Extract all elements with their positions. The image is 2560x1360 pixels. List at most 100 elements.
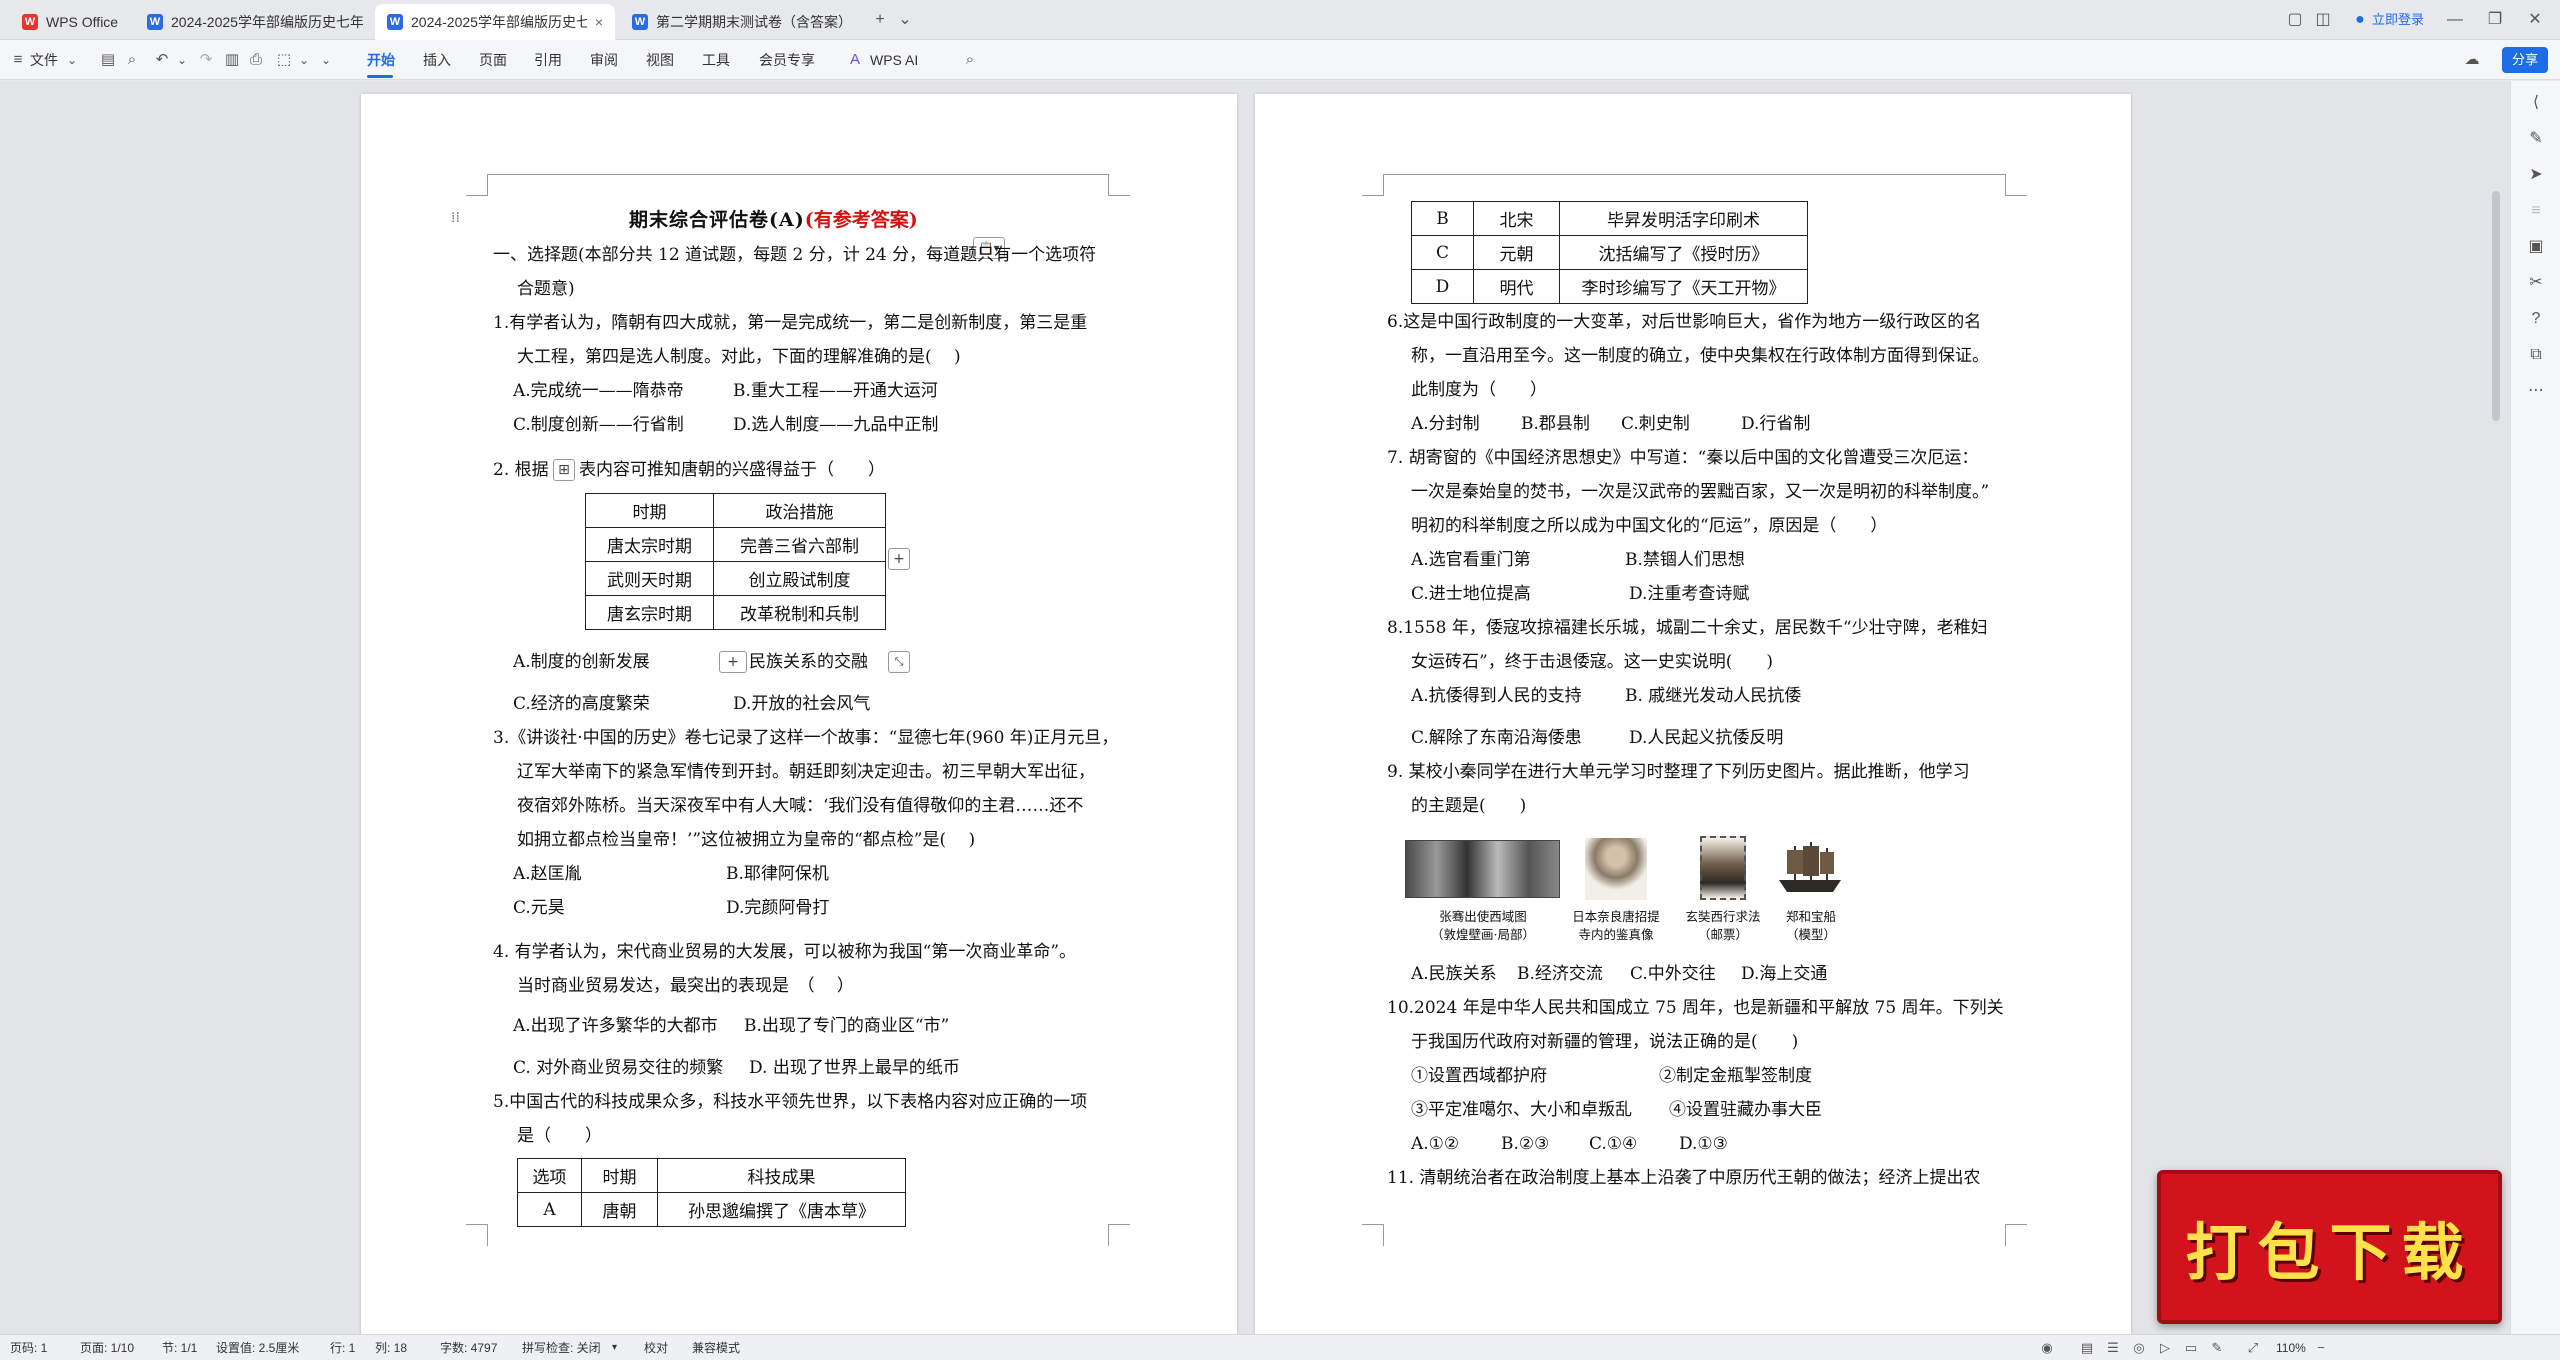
document-page-1[interactable]: ⁞⁞ 期末综合评估卷(A)(有参考答案) 📋▾ 一、选择题(本部分共 12 道试… <box>361 94 1237 1334</box>
add-column-icon[interactable]: + <box>888 548 910 570</box>
web-view-icon[interactable]: ◎ <box>2130 1339 2148 1357</box>
chevron-down-icon[interactable]: ▾ <box>612 1340 617 1356</box>
menu-icon[interactable]: ≡ <box>8 50 28 70</box>
eye-protection-icon[interactable]: ◉ <box>2038 1339 2056 1357</box>
zoom-out-icon[interactable]: − <box>2312 1339 2330 1357</box>
wps-logo-icon: W <box>22 14 38 30</box>
table-header-row: 选项 时期 科技成果 <box>517 1158 906 1193</box>
status-page-number[interactable]: 页码: 1 <box>10 1340 47 1356</box>
tab-label: WPS Office <box>46 14 119 30</box>
play-icon[interactable]: ▷ <box>2156 1339 2174 1357</box>
close-window-icon[interactable]: ✕ <box>2525 10 2545 30</box>
tab-review[interactable]: 审阅 <box>588 50 620 70</box>
more-chevron-icon[interactable]: ⌄ <box>316 50 336 70</box>
status-word-count[interactable]: 字数: 4797 <box>440 1340 497 1356</box>
search-icon[interactable]: ⌕ <box>960 50 980 70</box>
status-spell-check[interactable]: 拼写检查: 关闭 <box>522 1340 601 1356</box>
table-row: D 明代 李时珍编写了《天工开物》 <box>1411 269 1808 304</box>
document-workspace[interactable]: ⁞⁞ 期末综合评估卷(A)(有参考答案) 📋▾ 一、选择题(本部分共 12 道试… <box>0 81 2510 1334</box>
xuanzang-stamp-image <box>1700 836 1746 900</box>
vertical-scrollbar[interactable] <box>2492 191 2500 421</box>
avatar-icon[interactable]: ● <box>2350 10 2370 30</box>
read-mode-icon[interactable]: ▭ <box>2182 1339 2200 1357</box>
window-layout-icon[interactable]: ▢ <box>2285 10 2305 30</box>
zoom-level[interactable]: 110% <box>2276 1340 2306 1356</box>
tab-page[interactable]: 页面 <box>477 50 509 70</box>
write-mode-icon[interactable]: ✎ <box>2208 1339 2226 1357</box>
cursor-icon[interactable]: ➤ <box>2526 165 2546 185</box>
fit-page-icon[interactable]: ⤢ <box>2244 1339 2262 1357</box>
login-link[interactable]: 立即登录 <box>2372 10 2424 30</box>
status-setting[interactable]: 设置值: 2.5厘米 <box>216 1340 299 1356</box>
add-tab-icon[interactable]: + <box>870 10 890 30</box>
table-move-handle-icon[interactable]: ⊞ <box>553 459 575 481</box>
share-panel-icon[interactable]: ⧉ <box>2526 345 2546 365</box>
close-icon[interactable]: × <box>595 14 603 30</box>
wps-ai-icon: A <box>849 51 860 68</box>
table-resize-icon[interactable]: ⤡ <box>888 651 910 673</box>
tab-document-3[interactable]: W 第二学期期末测试卷（含答案）.do <box>620 4 865 40</box>
option-c: C.进士地位提高 <box>1411 584 1531 604</box>
status-column[interactable]: 列: 18 <box>375 1340 407 1356</box>
share-button[interactable]: 分享 <box>2501 47 2548 73</box>
outline-view-icon[interactable]: ☰ <box>2104 1339 2122 1357</box>
minimize-icon[interactable]: — <box>2445 10 2465 30</box>
option-c: C.中外交往 <box>1630 964 1716 984</box>
document-page-2[interactable]: B 北宋 毕昇发明活字印刷术 C 元朝 沈括编写了《授时历》 D 明代 李时珍编… <box>1255 94 2131 1334</box>
wps-ai-button[interactable]: WPS AI <box>870 50 918 70</box>
undo-icon[interactable]: ↶ <box>152 50 172 70</box>
active-tab-indicator <box>367 75 393 78</box>
tab-tools[interactable]: 工具 <box>700 50 732 70</box>
page-view-icon[interactable]: ▤ <box>2078 1339 2096 1357</box>
help-icon[interactable]: ? <box>2526 309 2546 329</box>
status-proofread[interactable]: 校对 <box>644 1340 668 1356</box>
question-3-cont: 辽军大举南下的紧急军情传到开封。朝廷即刻决定迎击。初三早朝大军出征， <box>517 762 1095 782</box>
title-text: 期末综合评估卷(A) <box>629 209 805 231</box>
edit-image-icon[interactable]: ▣ <box>2526 237 2546 257</box>
chevron-down-icon[interactable]: ⌄ <box>172 50 192 70</box>
option-d: D.海上交通 <box>1741 964 1828 984</box>
add-row-icon[interactable]: + <box>719 651 747 673</box>
status-section[interactable]: 节: 1/1 <box>162 1340 197 1356</box>
tab-home[interactable]: 开始 <box>365 50 397 70</box>
chevron-down-icon[interactable]: ⌄ <box>62 50 82 70</box>
tab-document-1[interactable]: W 2024-2025学年部编版历史七年级 <box>135 4 375 40</box>
option-a: A.制度的创新发展 <box>513 652 650 672</box>
caption-line: （模型） <box>1785 927 1836 942</box>
file-menu[interactable]: 文件 <box>30 50 58 70</box>
cloud-icon[interactable]: ☁ <box>2462 50 2482 70</box>
more-icon[interactable]: ⋯ <box>2526 381 2546 401</box>
skin-icon[interactable]: ◫ <box>2313 10 2333 30</box>
tab-member[interactable]: 会员专享 <box>757 50 817 70</box>
tab-view[interactable]: 视图 <box>644 50 676 70</box>
find-icon[interactable]: ⌕ <box>122 50 142 70</box>
download-package-banner[interactable]: 打包下载 <box>2157 1170 2502 1324</box>
pen-icon[interactable]: ✎ <box>2526 129 2546 149</box>
tab-insert[interactable]: 插入 <box>421 50 453 70</box>
drag-handle-icon[interactable]: ⁞⁞ <box>451 210 460 226</box>
format-painter-icon[interactable]: ⬚ <box>274 50 294 70</box>
tab-wps-office[interactable]: W WPS Office <box>10 4 135 40</box>
redo-icon[interactable]: ↷ <box>196 50 216 70</box>
chevron-down-icon[interactable]: ⌄ <box>294 50 314 70</box>
print-preview-icon[interactable]: ▥ <box>222 50 242 70</box>
save-icon[interactable]: ▤ <box>98 50 118 70</box>
table-cell: 唐太宗时期 <box>585 527 714 562</box>
tab-references[interactable]: 引用 <box>532 50 564 70</box>
restore-icon[interactable]: ❐ <box>2485 10 2505 30</box>
chevron-down-icon[interactable]: ⌄ <box>895 10 915 30</box>
margin-corner <box>466 1224 488 1246</box>
table-header-cell: 时期 <box>581 1158 658 1193</box>
tab-document-active[interactable]: W 2024-2025学年部编版历史七 × <box>375 4 615 40</box>
collapse-icon[interactable]: ⟨ <box>2526 93 2546 113</box>
status-row[interactable]: 行: 1 <box>330 1340 355 1356</box>
margin-corner <box>1362 1224 1384 1246</box>
option-d: D.①③ <box>1679 1134 1728 1154</box>
option-c: C.制度创新——行省制 <box>513 415 684 435</box>
tools-icon[interactable]: ✂ <box>2526 273 2546 293</box>
status-page-count[interactable]: 页面: 1/10 <box>80 1340 134 1356</box>
sliders-icon[interactable]: ≡ <box>2526 201 2546 221</box>
print-icon[interactable]: ⎙ <box>246 50 266 70</box>
table-header-cell: 时期 <box>585 493 714 528</box>
option-b: 民族关系的交融 <box>749 652 868 672</box>
